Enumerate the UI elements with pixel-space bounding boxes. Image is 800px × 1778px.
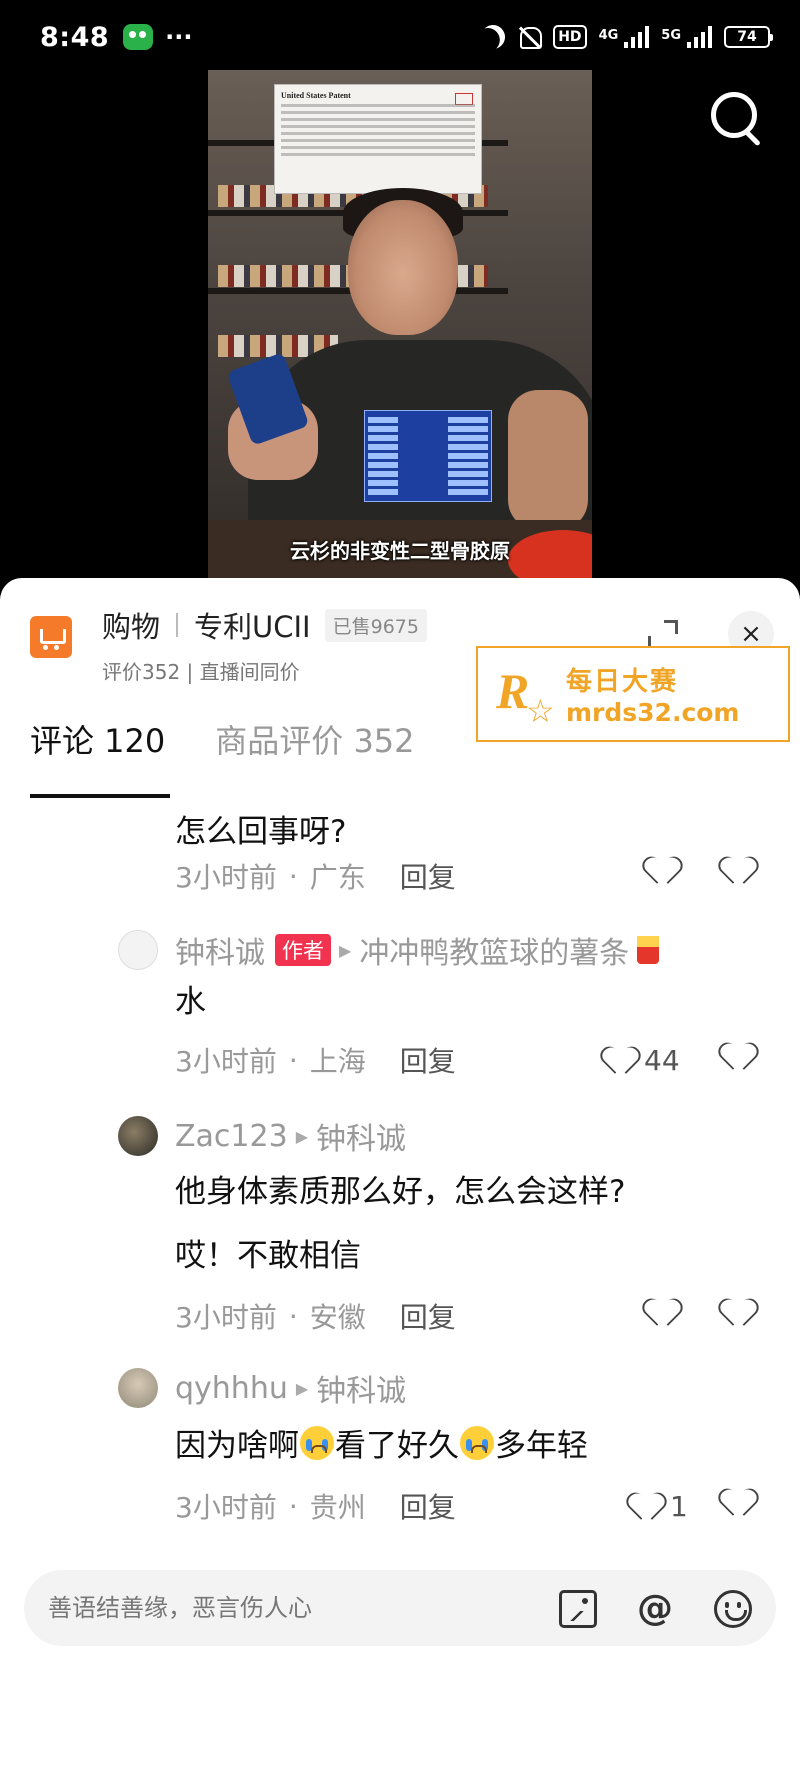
video-player[interactable]: United States Patent 云杉的非变性二型骨胶原: [208, 70, 592, 590]
comment-text: 水: [175, 984, 206, 1020]
heart-icon: [610, 1048, 638, 1074]
comment-username[interactable]: 钟科诚: [175, 928, 265, 972]
more-notifications-icon: ···: [165, 23, 193, 51]
comment-time: 3小时前: [175, 861, 277, 894]
network-5g-label: 5G: [661, 28, 681, 43]
heart-icon: [652, 1300, 680, 1326]
active-tab-indicator: [30, 794, 170, 798]
comment-header: 钟科诚 作者 ▶ 冲冲鸭教篮球的薯条: [175, 928, 660, 972]
status-time: 8:48: [40, 21, 110, 53]
reply-button[interactable]: 回复: [400, 856, 456, 896]
dislike-button[interactable]: [728, 1300, 760, 1328]
crying-emoji-icon: [300, 1426, 334, 1460]
status-bar: 8:48 ··· HD 4G 5G 74: [0, 0, 800, 74]
patent-document: United States Patent: [274, 84, 482, 194]
watermark-chinese: 每日大赛: [566, 667, 679, 697]
sold-count-badge: 已售9675: [324, 608, 427, 642]
reply-arrow-icon: ▶: [295, 1378, 309, 1398]
comment-username[interactable]: Zac123: [175, 1119, 288, 1154]
author-badge: 作者: [275, 934, 331, 966]
crying-emoji-icon: [460, 1426, 494, 1460]
reply-to-username[interactable]: 钟科诚: [316, 1366, 406, 1410]
comment-location: 贵州: [309, 1491, 366, 1524]
do-not-disturb-icon: [477, 21, 510, 54]
reply-button[interactable]: 回复: [400, 1486, 456, 1526]
patent-heading: United States Patent: [281, 91, 351, 100]
at-icon[interactable]: @: [636, 1590, 674, 1628]
muted-bell-icon: [517, 25, 543, 49]
status-icons: HD 4G 5G 74: [481, 25, 773, 49]
avatar[interactable]: [118, 1368, 158, 1408]
reply-button[interactable]: 回复: [400, 1296, 456, 1336]
fries-emoji-icon: [637, 936, 660, 964]
like-count: 1: [670, 1490, 688, 1523]
comment-header: Zac123 ▶ 钟科诚: [175, 1114, 406, 1158]
product-name: 专利UCII: [194, 610, 311, 644]
search-icon[interactable]: [707, 88, 767, 148]
like-button[interactable]: [652, 858, 680, 884]
reply-to-username[interactable]: 钟科诚: [316, 1114, 406, 1158]
comment-text: 因为啥啊 看了好久 多年轻: [175, 1426, 588, 1464]
reply-arrow-icon: ▶: [339, 940, 352, 960]
watermark-r-logo: R ☆: [496, 663, 555, 730]
reply-arrow-icon: ▶: [295, 1126, 309, 1146]
watermark-logo: R ☆ 每日大赛 mrds32.com: [476, 646, 790, 742]
like-button[interactable]: 44: [610, 1044, 680, 1077]
like-button[interactable]: [652, 1300, 680, 1326]
comment-meta: 3小时前 · 贵州 回复: [175, 1486, 456, 1526]
comment-text: 哎！不敢相信: [175, 1238, 361, 1274]
heart-icon: [636, 1494, 664, 1520]
comment-location: 安徽: [309, 1301, 366, 1334]
reply-to-username[interactable]: 冲冲鸭教篮球的薯条: [359, 928, 629, 972]
hd-badge: HD: [553, 25, 587, 49]
heart-icon: [652, 858, 680, 884]
avatar[interactable]: [118, 1116, 158, 1156]
signal-5g-icon: [687, 26, 712, 48]
dislike-button[interactable]: [728, 1490, 760, 1518]
comment-username[interactable]: qyhhhu: [175, 1371, 288, 1406]
cart-icon: [30, 616, 72, 658]
like-count: 44: [644, 1044, 680, 1077]
comment-meta: 3小时前 · 安徽 回复: [175, 1296, 456, 1336]
emoji-icon[interactable]: [714, 1590, 752, 1628]
comment-location: 上海: [309, 1045, 366, 1078]
comment-input-bar: @: [24, 1570, 776, 1646]
screen: 8:48 ··· HD 4G 5G 74 United States Paten…: [0, 0, 800, 1778]
wechat-icon: [123, 24, 154, 50]
tab-comments[interactable]: 评论 120: [30, 716, 165, 762]
product-subtitle: 评价352 | 直播间同价: [102, 660, 300, 684]
comment-text: 他身体素质那么好，怎么会这样?: [175, 1174, 626, 1210]
shopping-label: 购物: [102, 610, 161, 644]
product-info: 购物 专利UCII 已售9675 评价352 | 直播间同价: [102, 604, 427, 685]
comment-text: 怎么回事呀?: [175, 814, 347, 850]
product-title-row: 购物 专利UCII 已售9675: [102, 604, 427, 646]
nutrition-info-overlay: [364, 410, 492, 502]
comment-location: 广东: [309, 861, 366, 894]
like-button[interactable]: 1: [636, 1490, 688, 1523]
signal-4g-icon: [624, 26, 650, 48]
video-subtitle: 云杉的非变性二型骨胶原: [290, 539, 510, 563]
reply-button[interactable]: 回复: [400, 1040, 456, 1080]
avatar[interactable]: [118, 930, 158, 970]
comment-time: 3小时前: [175, 1301, 277, 1334]
network-4g-label: 4G: [598, 28, 619, 43]
dislike-button[interactable]: [728, 858, 760, 886]
dislike-button[interactable]: [728, 1044, 760, 1072]
comment-time: 3小时前: [175, 1045, 277, 1078]
tab-product-reviews[interactable]: 商品评价 352: [215, 716, 414, 762]
comment-meta: 3小时前 · 广东 回复: [175, 856, 456, 896]
battery-icon: 74: [724, 26, 773, 48]
presenter-arm: [508, 390, 588, 530]
comment-time: 3小时前: [175, 1491, 277, 1524]
comment-input[interactable]: [48, 1594, 448, 1622]
comment-meta: 3小时前 · 上海 回复: [175, 1040, 456, 1080]
watermark-url: mrds32.com: [566, 698, 740, 727]
divider: [176, 613, 179, 637]
comment-tabs: 评论 120 商品评价 352: [30, 716, 415, 762]
presenter-face: [348, 200, 458, 335]
comment-header: qyhhhu ▶ 钟科诚: [175, 1366, 406, 1410]
image-icon[interactable]: [559, 1590, 597, 1628]
